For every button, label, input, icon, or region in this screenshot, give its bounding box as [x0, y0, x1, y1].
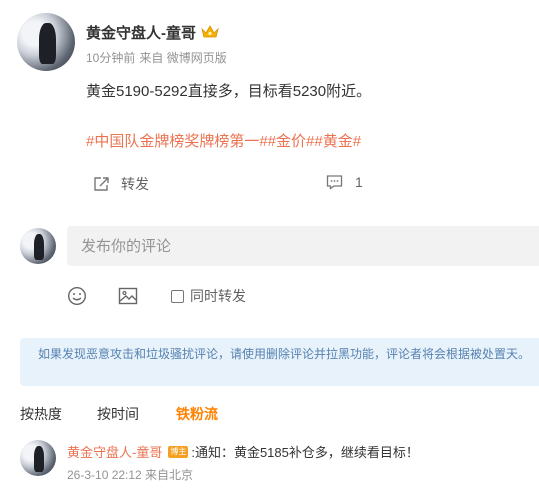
- emoji-icon: [67, 286, 87, 306]
- comment-item: 黄金守盘人-童哥 博主 :通知：黄金5185补仓多，继续看目标！: [67, 442, 419, 461]
- post-meta: 10分钟前 来自 微博网页版: [86, 49, 231, 66]
- post-author[interactable]: 黄金守盘人-童哥: [86, 22, 220, 43]
- post-tags[interactable]: #中国队金牌榜奖牌榜第一##金价##黄金#: [86, 130, 361, 151]
- post-source: 来自 微博网页版: [139, 51, 227, 65]
- post-text: 黄金5190-5292直接多，目标看5230附近。: [86, 83, 372, 100]
- crown-icon: [201, 25, 219, 38]
- comment-author-avatar[interactable]: [20, 440, 56, 476]
- comment-text: :通知：黄金5185补仓多，继续看目标！: [191, 445, 419, 460]
- comment-icon: [326, 175, 343, 190]
- emoji-button[interactable]: [67, 286, 87, 306]
- repost-toggle[interactable]: 同时转发: [171, 286, 246, 306]
- post-author-avatar[interactable]: [17, 13, 75, 71]
- forward-label: 转发: [121, 176, 149, 192]
- comment-author[interactable]: 黄金守盘人-童哥: [67, 442, 162, 461]
- blogger-badge: 博主: [168, 445, 189, 458]
- tab-sort-fans[interactable]: 铁粉流: [176, 404, 218, 424]
- notice-banner: 如果发现恶意攻击和垃圾骚扰评论，请使用删除评论并拉黑功能，评论者将会根据被处置天…: [20, 338, 539, 386]
- comment-meta: 26-3-10 22:12 来自北京: [67, 468, 194, 482]
- post-author-name[interactable]: 黄金守盘人-童哥: [86, 25, 196, 42]
- image-icon: [118, 287, 138, 305]
- comment-input[interactable]: [67, 226, 539, 266]
- repost-label: 同时转发: [190, 288, 246, 304]
- tab-sort-time[interactable]: 按时间: [97, 404, 139, 424]
- repost-checkbox[interactable]: [171, 289, 184, 303]
- forward-icon: [94, 177, 109, 191]
- tab-sort-hot[interactable]: 按热度: [20, 404, 62, 424]
- comment-count: 1: [355, 174, 363, 190]
- post-time[interactable]: 10分钟前: [86, 51, 135, 65]
- image-button[interactable]: [118, 286, 138, 306]
- forward-button[interactable]: 转发: [93, 174, 149, 194]
- my-avatar: [20, 228, 56, 264]
- comment-button[interactable]: 1: [326, 174, 363, 190]
